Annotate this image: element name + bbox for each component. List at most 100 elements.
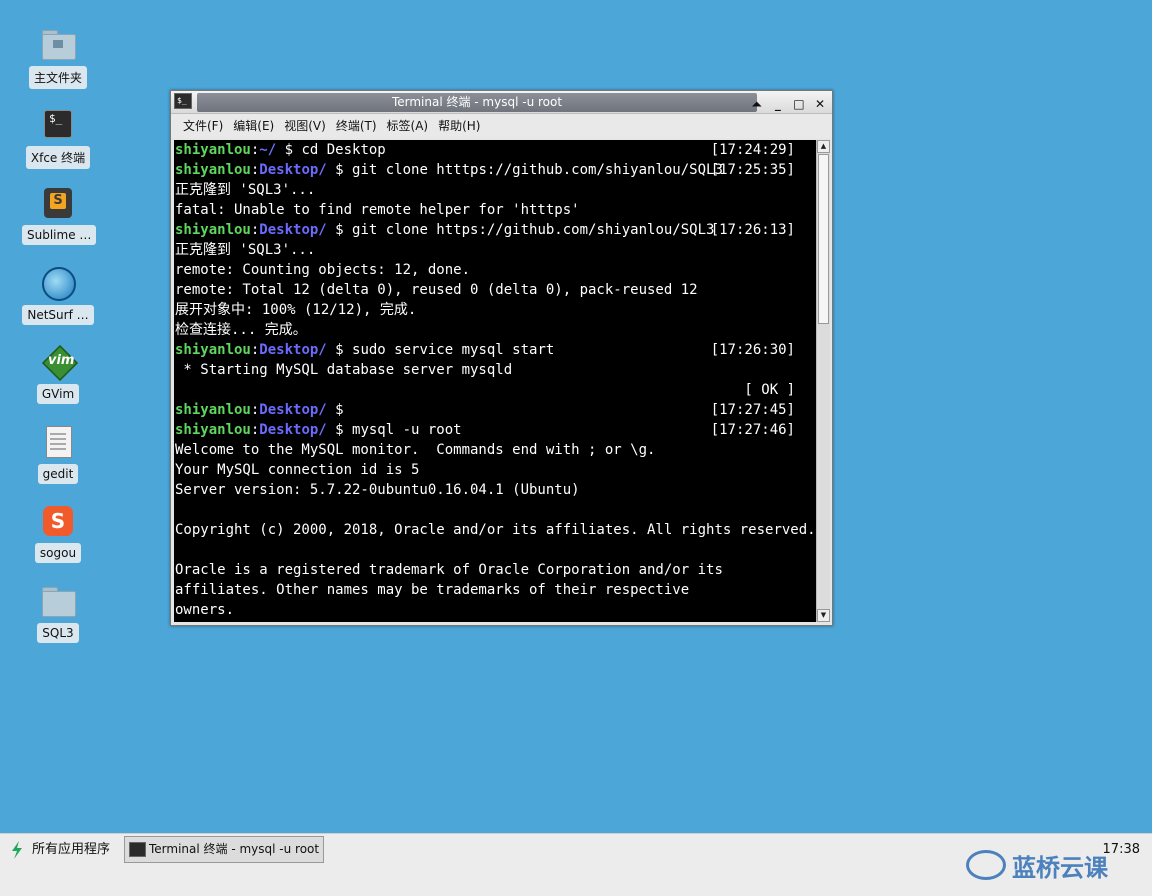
- desktop-icon-label: Xfce 终端: [25, 145, 91, 169]
- output-text: affiliates. Other names may be trademark…: [175, 582, 690, 598]
- terminal-output[interactable]: shiyanlou:~/ $ cd Desktop [17:24:29] shiya…: [174, 140, 816, 622]
- terminal-line: shiyanlou:Desktop/ $ git clone htttps://…: [175, 160, 805, 180]
- folder-icon: [40, 583, 76, 619]
- desktop-icon-label: 主文件夹: [28, 66, 87, 89]
- menu-edit[interactable]: 编辑(E): [228, 114, 279, 138]
- timestamp: [17:26:30]: [710, 342, 795, 358]
- output-text: fatal: Unable to find remote helper for …: [175, 202, 580, 218]
- prompt-path: Desktop/: [259, 422, 327, 438]
- command-text: $ sudo service mysql start: [326, 342, 555, 358]
- terminal-line: 正克隆到 'SQL3'...: [175, 240, 805, 260]
- command-text: $ mysql -u root: [326, 422, 462, 438]
- desktop-icon-home-folder[interactable]: 主文件夹: [22, 26, 94, 93]
- terminal-line: Welcome to the MySQL monitor. Commands e…: [175, 440, 805, 460]
- terminal-line: shiyanlou:~/ $ cd Desktop [17:24:29]: [175, 140, 805, 160]
- terminal-line: fatal: Unable to find remote helper for …: [175, 200, 805, 220]
- netsurf-icon: [40, 265, 76, 301]
- menu-tabs[interactable]: 标签(A): [382, 114, 434, 138]
- terminal-line: Server version: 5.7.22-0ubuntu0.16.04.1 …: [175, 480, 805, 500]
- output-text: remote: Counting objects: 12, done.: [175, 262, 471, 278]
- taskbar-window-button[interactable]: Terminal 终端 - mysql -u root: [124, 836, 324, 863]
- task-label: Terminal 终端 - mysql -u root: [149, 842, 320, 856]
- scroll-up-icon[interactable]: ▲: [817, 140, 830, 153]
- prompt-user: shiyanlou: [175, 222, 251, 238]
- terminal-line: 展开对象中: 100% (12/12), 完成.: [175, 300, 805, 320]
- scrollbar-thumb[interactable]: [818, 154, 829, 324]
- desktop-icon-sogou[interactable]: Ssogou: [22, 503, 94, 567]
- close-button[interactable]: ✕: [812, 95, 828, 113]
- terminal-line: shiyanlou:Desktop/ $ mysql -u root [17:27…: [175, 420, 805, 440]
- minimize-button[interactable]: _: [770, 95, 786, 113]
- terminal-icon[interactable]: $_: [174, 93, 192, 109]
- maximize-button[interactable]: □: [791, 95, 807, 113]
- command-text: $ cd Desktop: [276, 142, 386, 158]
- prompt-user: shiyanlou: [175, 402, 251, 418]
- terminal-line: affiliates. Other names may be trademark…: [175, 580, 805, 600]
- terminal-line: shiyanlou:Desktop/ $ git clone https://g…: [175, 220, 805, 240]
- terminal-window: $_ Terminal 终端 - mysql -u root ⏶ _ □ ✕ 文…: [170, 90, 833, 626]
- scrollbar[interactable]: ▲ ▼: [816, 140, 830, 622]
- output-text: * Starting MySQL database server mysqld: [175, 362, 513, 378]
- desktop-icon-folder[interactable]: SQL3: [22, 583, 94, 647]
- terminal-icon: $_: [40, 106, 76, 142]
- terminal-line: owners.: [175, 600, 805, 620]
- output-text: Oracle is a registered trademark of Orac…: [175, 562, 723, 578]
- prompt-user: shiyanlou: [175, 162, 251, 178]
- desktop-icon-label: sogou: [34, 543, 82, 563]
- clock[interactable]: 17:38: [1103, 842, 1140, 857]
- terminal-line: Oracle is a registered trademark of Orac…: [175, 560, 805, 580]
- menu-view[interactable]: 视图(V): [279, 114, 331, 138]
- timestamp: [17:26:13]: [710, 222, 795, 238]
- terminal-line: 正克隆到 'SQL3'...: [175, 180, 805, 200]
- desktop-icon-label: gedit: [37, 463, 79, 484]
- desktop-icon-sublime[interactable]: S Sublime …: [22, 185, 97, 249]
- output-text: Server version: 5.7.22-0ubuntu0.16.04.1 …: [175, 482, 580, 498]
- terminal-line: 检查连接... 完成。: [175, 320, 805, 340]
- watermark-logo-icon: [966, 850, 1006, 880]
- window-title: Terminal 终端 - mysql -u root: [391, 95, 563, 109]
- desktop-icon-gvim[interactable]: vim GVim: [22, 344, 94, 408]
- status-ok: [ OK ]: [744, 382, 795, 398]
- terminal-line: shiyanlou:Desktop/ $ sudo service mysql …: [175, 340, 805, 360]
- gedit-icon: [40, 424, 76, 460]
- gvim-icon: vim: [40, 344, 79, 382]
- desktop-icon-netsurf[interactable]: NetSurf …: [22, 265, 94, 329]
- desktop-icon-label: NetSurf …: [22, 304, 94, 325]
- menu-file[interactable]: 文件(F): [178, 114, 228, 138]
- desktop-icon-label: Sublime …: [22, 225, 97, 245]
- scroll-down-icon[interactable]: ▼: [817, 609, 830, 622]
- prompt-path: Desktop/: [259, 162, 327, 178]
- terminal-line: remote: Total 12 (delta 0), reused 0 (de…: [175, 280, 805, 300]
- prompt-user: shiyanlou: [175, 342, 251, 358]
- command-text: $ git clone htttps://github.com/shiyanlo…: [326, 162, 723, 178]
- terminal-line: [ OK ]: [175, 380, 805, 400]
- output-text: 展开对象中: 100% (12/12), 完成.: [175, 302, 417, 318]
- desktop-icon-gedit[interactable]: gedit: [22, 424, 94, 488]
- prompt-path: ~/: [259, 142, 277, 158]
- applications-menu-button[interactable]: 所有应用程序: [6, 838, 110, 862]
- menu-terminal[interactable]: 终端(T): [331, 114, 382, 138]
- watermark-text: 蓝桥云课: [1012, 854, 1108, 882]
- output-text: 检查连接... 完成。: [175, 322, 307, 338]
- prompt-user: shiyanlou: [175, 422, 251, 438]
- menu-bar: 文件(F) 编辑(E) 视图(V) 终端(T) 标签(A) 帮助(H): [171, 114, 832, 138]
- output-text: 正克隆到 'SQL3'...: [175, 182, 316, 198]
- timestamp: [17:25:35]: [710, 162, 795, 178]
- terminal-line: Copyright (c) 2000, 2018, Oracle and/or …: [175, 520, 816, 540]
- prompt-path: Desktop/: [259, 342, 327, 358]
- menu-help[interactable]: 帮助(H): [433, 114, 485, 138]
- terminal-line: * Starting MySQL database server mysqld: [175, 360, 805, 380]
- app-logo-icon: [12, 841, 22, 859]
- prompt-path: Desktop/: [259, 222, 327, 238]
- window-titlebar[interactable]: $_ Terminal 终端 - mysql -u root ⏶ _ □ ✕: [171, 91, 832, 114]
- command-text: $: [326, 402, 344, 418]
- home-folder-icon: [40, 26, 76, 62]
- command-text: $ git clone https://github.com/shiyanlou…: [326, 222, 715, 238]
- output-text: Welcome to the MySQL monitor. Commands e…: [175, 442, 656, 458]
- shade-icon[interactable]: ⏶: [749, 95, 765, 113]
- window-controls: ⏶ _ □ ✕: [749, 93, 828, 111]
- desktop-icon-terminal[interactable]: $_ Xfce 终端: [22, 106, 94, 173]
- terminal-icon: [129, 842, 146, 857]
